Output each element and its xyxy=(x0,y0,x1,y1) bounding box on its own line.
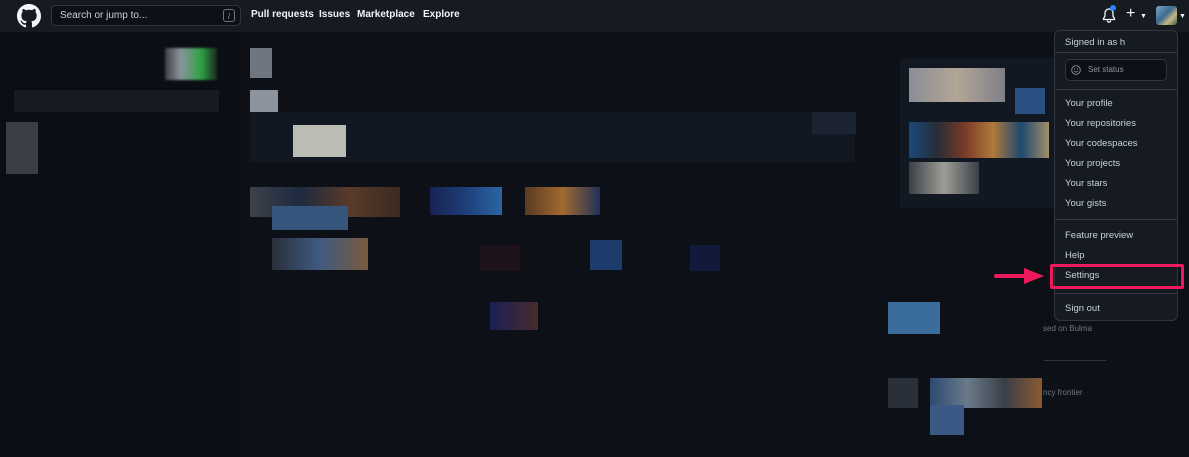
menu-item-your-profile[interactable]: Your profile xyxy=(1065,98,1113,109)
menu-item-your-repositories[interactable]: Your repositories xyxy=(1065,118,1136,129)
menu-item-your-stars[interactable]: Your stars xyxy=(1065,178,1107,189)
nav-marketplace[interactable]: Marketplace xyxy=(357,9,415,20)
nav-pull-requests[interactable]: Pull requests xyxy=(251,9,314,20)
notification-indicator xyxy=(1110,5,1116,11)
nav-explore[interactable]: Explore xyxy=(423,9,460,20)
divider xyxy=(1055,52,1177,53)
set-status-label: Set status xyxy=(1088,65,1124,74)
menu-item-sign-out[interactable]: Sign out xyxy=(1065,303,1100,314)
menu-item-feature-preview[interactable]: Feature preview xyxy=(1065,230,1133,241)
chevron-down-icon: ▼ xyxy=(1140,13,1147,20)
divider xyxy=(1055,293,1177,294)
set-status-button[interactable]: Set status xyxy=(1065,59,1167,81)
top-header: Search or jump to... / Pull requests Iss… xyxy=(0,0,1189,32)
smiley-icon xyxy=(1071,65,1081,75)
menu-item-your-gists[interactable]: Your gists xyxy=(1065,198,1106,209)
divider xyxy=(1055,219,1177,220)
divider xyxy=(1055,89,1177,90)
frontier-fragment-text: ncy frontier xyxy=(1043,388,1083,397)
chevron-down-icon: ▼ xyxy=(1179,13,1186,20)
menu-item-your-projects[interactable]: Your projects xyxy=(1065,158,1120,169)
avatar[interactable] xyxy=(1156,6,1177,25)
menu-item-help[interactable]: Help xyxy=(1065,250,1085,261)
bulma-fragment-text: sed on Bulma xyxy=(1043,324,1092,333)
search-input[interactable]: Search or jump to... / xyxy=(51,5,241,26)
signed-in-label: Signed in as h xyxy=(1065,37,1126,48)
create-new-plus-icon[interactable]: + xyxy=(1126,5,1135,23)
nav-issues[interactable]: Issues xyxy=(319,9,350,20)
search-shortcut-key: / xyxy=(223,9,235,22)
github-logo-icon[interactable] xyxy=(17,4,41,28)
settings-highlight-box xyxy=(1050,264,1184,289)
search-placeholder: Search or jump to... xyxy=(60,10,148,21)
menu-item-your-codespaces[interactable]: Your codespaces xyxy=(1065,138,1138,149)
pointer-arrow-icon xyxy=(994,268,1044,284)
